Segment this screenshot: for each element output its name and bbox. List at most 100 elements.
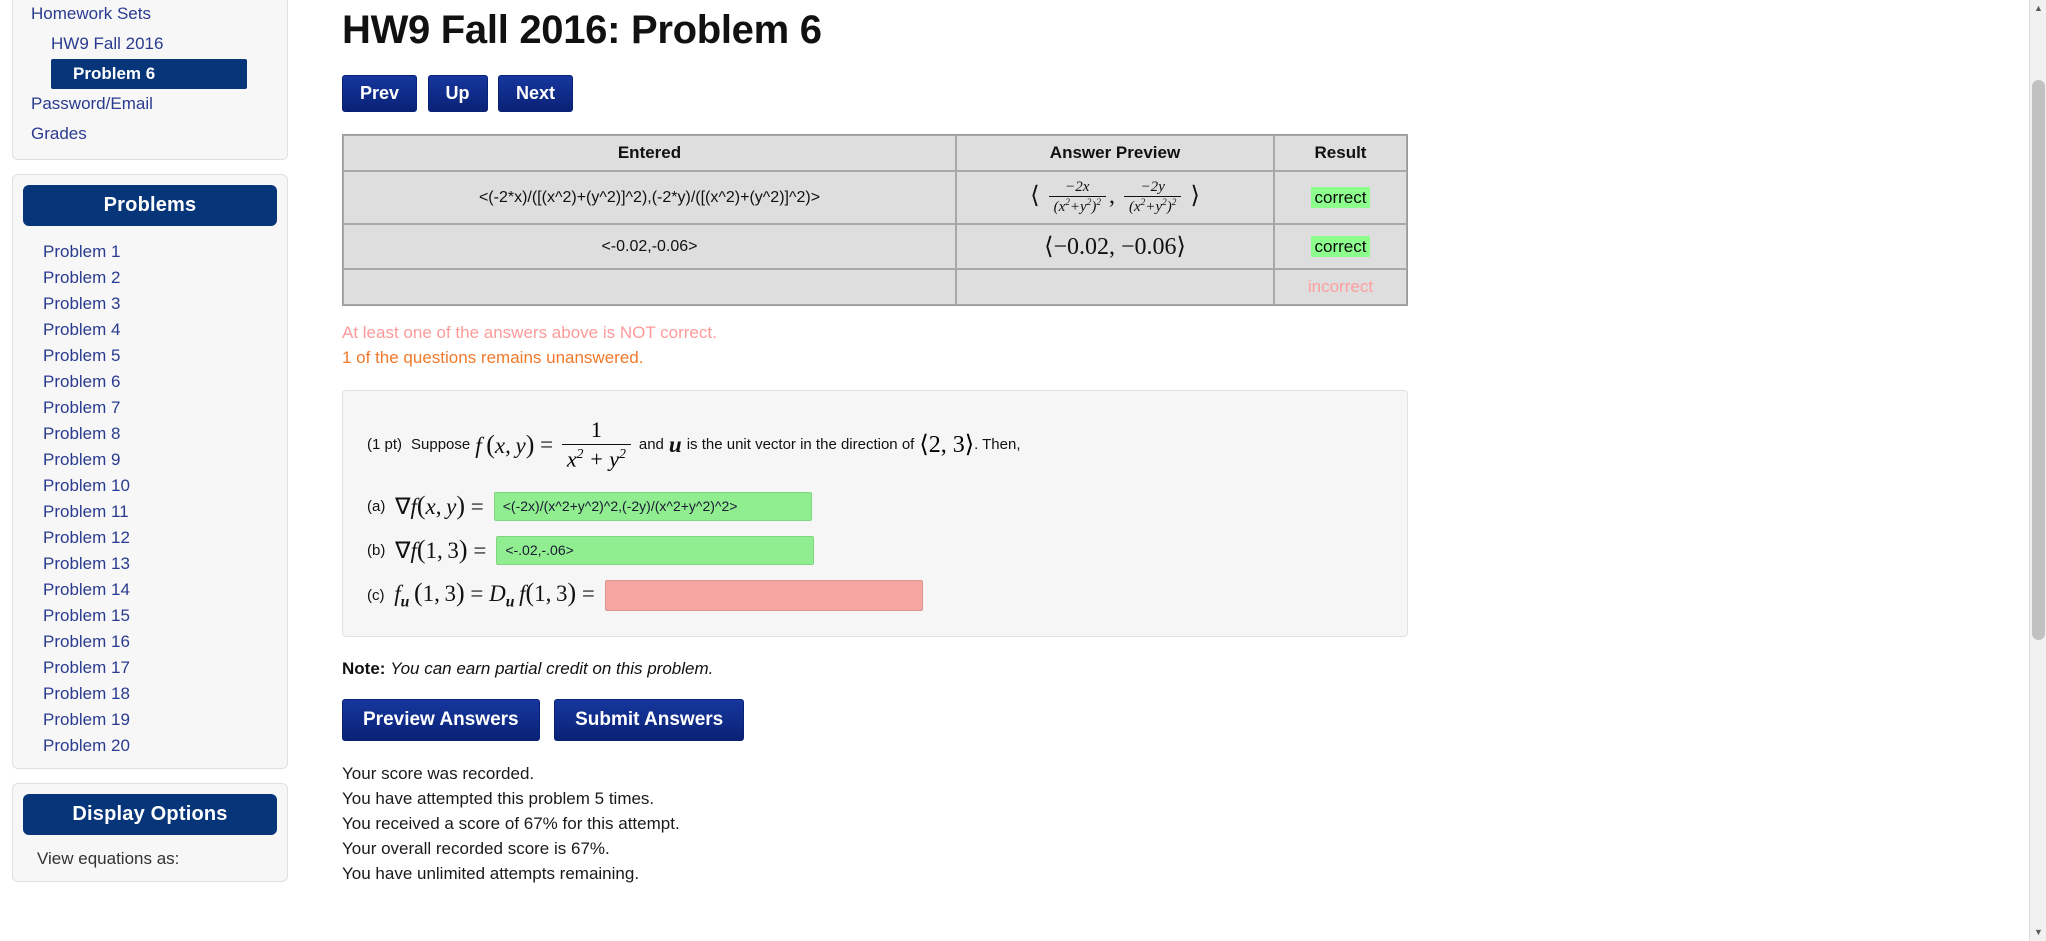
webwork-page: Homework Sets HW9 Fall 2016 Problem 6 Pa… xyxy=(0,0,2046,941)
prev-button[interactable]: Prev xyxy=(342,75,418,112)
scrollbar-thumb[interactable] xyxy=(2032,80,2045,640)
list-item[interactable]: Problem 17 xyxy=(13,654,287,680)
page-scrollbar[interactable]: ▲ ▼ xyxy=(2029,0,2046,941)
part-a-label: (a) xyxy=(367,497,386,515)
sidebar-item-homework-sets[interactable]: Homework Sets xyxy=(13,0,287,29)
answer-value-b: <-.02,-.06> xyxy=(505,542,574,559)
list-item[interactable]: Problem 9 xyxy=(13,446,287,472)
answer-field-b[interactable]: <-.02,-.06> xyxy=(496,535,815,565)
answer-field-c[interactable] xyxy=(604,579,923,611)
problem-part-a: (a) ∇f(x, y) = <(-2x)/(x^2+y^2)^2,(-2y)/… xyxy=(357,484,1393,528)
cell-answer-preview: ⟨−0.02, −0.06⟩ xyxy=(956,224,1274,269)
list-item[interactable]: Problem 8 xyxy=(13,420,287,446)
list-item[interactable]: Problem 1 xyxy=(13,238,287,264)
list-item[interactable]: Problem 12 xyxy=(13,524,287,550)
problems-panel-header: Problems xyxy=(23,185,277,226)
cell-result: incorrect xyxy=(1274,269,1407,305)
list-item[interactable]: Problem 16 xyxy=(13,628,287,654)
list-item[interactable]: Problem 18 xyxy=(13,680,287,706)
score-line: You have unlimited attempts remaining. xyxy=(342,863,640,883)
note-prefix: Note: xyxy=(342,658,386,678)
score-line: You have attempted this problem 5 times. xyxy=(342,788,655,808)
results-table: Entered Answer Preview Result <(-2*x)/([… xyxy=(342,134,1408,306)
sidebar-item-password-email[interactable]: Password/Email xyxy=(13,89,287,119)
list-item[interactable]: Problem 13 xyxy=(13,550,287,576)
list-item[interactable]: Problem 10 xyxy=(13,472,287,498)
sidebar-nav-panel: Homework Sets HW9 Fall 2016 Problem 6 Pa… xyxy=(12,0,288,160)
score-line: Your overall recorded score is 67%. xyxy=(342,838,610,858)
display-options-header: Display Options xyxy=(23,794,277,835)
part-c-label: (c) xyxy=(367,586,385,604)
sidebar-item-grades[interactable]: Grades xyxy=(13,119,287,149)
cell-result: correct xyxy=(1274,224,1407,269)
table-header-row: Entered Answer Preview Result xyxy=(343,135,1407,171)
problems-list: Problem 1 Problem 2 Problem 3 Problem 4 … xyxy=(13,238,287,758)
next-button[interactable]: Next xyxy=(497,75,573,112)
list-item[interactable]: Problem 20 xyxy=(13,732,287,758)
list-item[interactable]: Problem 19 xyxy=(13,706,287,732)
display-options-panel: Display Options View equations as: xyxy=(12,783,288,882)
suppose-label: Suppose xyxy=(411,436,471,454)
list-item[interactable]: Problem 14 xyxy=(13,576,287,602)
list-item[interactable]: Problem 7 xyxy=(13,394,287,420)
scroll-up-arrow[interactable]: ▲ xyxy=(2030,0,2046,17)
preview-answers-button[interactable]: Preview Answers xyxy=(342,698,540,741)
score-line: Your score was recorded. xyxy=(342,763,535,783)
unit-vector-label: is the unit vector in the direction of xyxy=(686,436,915,454)
score-summary: Your score was recorded. You have attemp… xyxy=(342,761,2022,886)
problem-part-b: (b) ∇f(1, 3) = <-.02,-.06> xyxy=(357,528,1393,572)
list-item[interactable]: Problem 15 xyxy=(13,602,287,628)
sidebar-item-hw9-fall-2016[interactable]: HW9 Fall 2016 xyxy=(13,29,287,59)
answer-field-a[interactable]: <(-2x)/(x^2+y^2)^2,(-2y)/(x^2+y^2)^2> xyxy=(493,491,812,521)
view-equations-label: View equations as: xyxy=(37,849,180,868)
part-b-expression: ∇f(1, 3) = xyxy=(389,535,487,565)
scroll-down-arrow[interactable]: ▼ xyxy=(2030,924,2046,941)
table-row: <-0.02,-0.06> ⟨−0.02, −0.06⟩ correct xyxy=(343,224,1407,269)
sidebar: Homework Sets HW9 Fall 2016 Problem 6 Pa… xyxy=(0,0,300,896)
list-item[interactable]: Problem 5 xyxy=(13,342,287,368)
list-item[interactable]: Problem 2 xyxy=(13,264,287,290)
main-content: HW9 Fall 2016: Problem 6 Prev Up Next En… xyxy=(300,0,2046,886)
table-row: <(-2*x)/([(x^2)+(y^2)]^2),(-2*y)/([(x^2)… xyxy=(343,171,1407,224)
problems-panel: Problems Problem 1 Problem 2 Problem 3 P… xyxy=(12,174,288,769)
message-not-correct: At least one of the answers above is NOT… xyxy=(342,323,717,342)
problem-statement: (1 pt) Suppose f (x, y) = 1 x2 + y2 and … xyxy=(357,407,1393,484)
list-item[interactable]: Problem 4 xyxy=(13,316,287,342)
list-item[interactable]: Problem 3 xyxy=(13,290,287,316)
math-preview-gradient: ⟨ −2x (x2+y2)2, −2y (x2+y2)2 ⟩ xyxy=(1030,179,1200,215)
and-label: and xyxy=(638,436,664,454)
points-label: (1 pt) xyxy=(367,436,403,454)
answer-value-a: <(-2x)/(x^2+y^2)^2,(-2y)/(x^2+y^2)^2> xyxy=(502,498,738,515)
column-header-entered: Entered xyxy=(343,135,956,171)
math-direction-vector: ⟨2, 3⟩ xyxy=(919,432,975,459)
cell-answer-preview: ⟨ −2x (x2+y2)2, −2y (x2+y2)2 ⟩ xyxy=(956,171,1274,224)
score-line: You received a score of 67% for this att… xyxy=(342,813,680,833)
submit-answers-button[interactable]: Submit Answers xyxy=(554,698,745,741)
note-text: You can earn partial credit on this prob… xyxy=(390,658,714,678)
math-preview-vector: ⟨−0.02, −0.06⟩ xyxy=(1044,234,1186,260)
column-header-result: Result xyxy=(1274,135,1407,171)
message-unanswered: 1 of the questions remains unanswered. xyxy=(342,348,644,367)
problem-box: (1 pt) Suppose f (x, y) = 1 x2 + y2 and … xyxy=(342,390,1408,637)
up-button[interactable]: Up xyxy=(427,75,488,112)
status-badge: incorrect xyxy=(1307,277,1374,296)
sidebar-item-problem-6[interactable]: Problem 6 xyxy=(51,59,247,89)
part-b-label: (b) xyxy=(367,541,386,559)
problem-part-c: (c) fu (1, 3) = Du f(1, 3) = xyxy=(357,572,1393,618)
cell-entered: <-0.02,-0.06> xyxy=(343,224,956,269)
partial-credit-note: Note: You can earn partial credit on thi… xyxy=(342,659,2022,679)
math-u-vector: u xyxy=(668,431,682,457)
cell-entered xyxy=(343,269,956,305)
list-item[interactable]: Problem 11 xyxy=(13,498,287,524)
problem-nav-buttons: Prev Up Next xyxy=(342,75,2022,112)
part-c-expression: fu (1, 3) = Du f(1, 3) = xyxy=(394,578,595,611)
math-f-of-xy: f (x, y) xyxy=(475,429,535,459)
status-badge: correct xyxy=(1310,186,1371,208)
status-badge: correct xyxy=(1310,235,1371,257)
math-fraction-one-over: 1 x2 + y2 xyxy=(561,417,631,472)
cell-result: correct xyxy=(1274,171,1407,224)
list-item[interactable]: Problem 6 xyxy=(13,368,287,394)
cell-entered: <(-2*x)/([(x^2)+(y^2)]^2),(-2*y)/([(x^2)… xyxy=(343,171,956,224)
cell-answer-preview xyxy=(956,269,1274,305)
table-row: incorrect xyxy=(343,269,1407,305)
